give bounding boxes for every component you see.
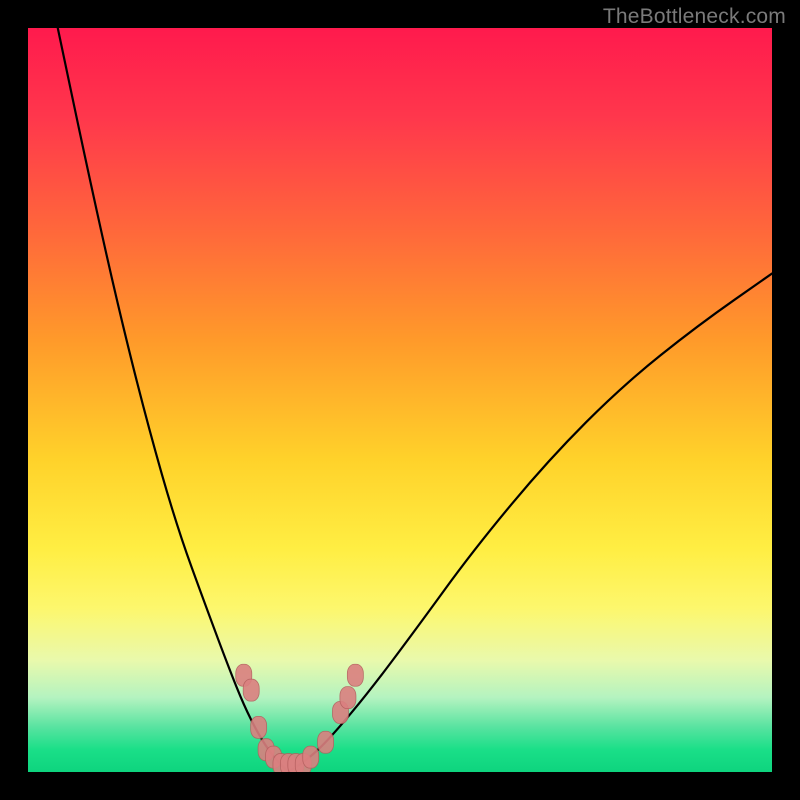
data-marker [318, 731, 334, 753]
plot-area [28, 28, 772, 772]
data-marker [347, 664, 363, 686]
curve-left-branch [58, 28, 289, 772]
curve-svg [28, 28, 772, 772]
data-marker [340, 687, 356, 709]
chart-frame: TheBottleneck.com [0, 0, 800, 800]
data-marker [243, 679, 259, 701]
curve-right-branch [288, 274, 772, 772]
watermark-text: TheBottleneck.com [603, 5, 786, 29]
data-marker [251, 716, 267, 738]
data-marker [303, 746, 319, 768]
